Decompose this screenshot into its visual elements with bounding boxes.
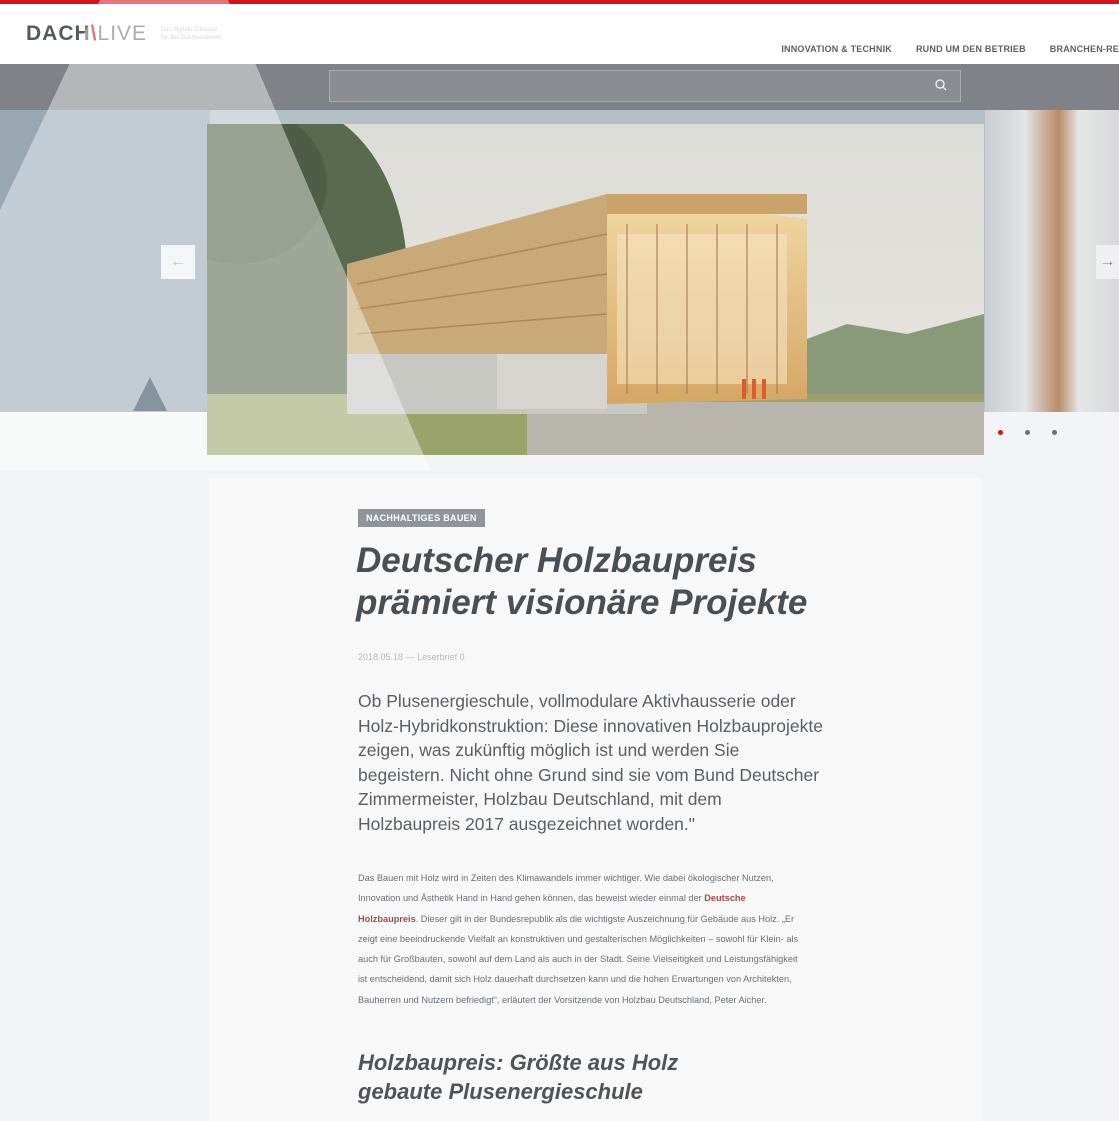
nav-item-branchen[interactable]: BRANCHEN-RE [1050, 44, 1119, 54]
article-body: Das Bauen mit Holz wird in Zeiten des Kl… [358, 873, 799, 1005]
nav-item-rund-um-den-betrieb[interactable]: RUND UM DEN BETRIEB [916, 44, 1026, 54]
site-header: DACH\LIVE Das digitale Zuhause für das D… [0, 4, 1119, 64]
arrow-left-icon: ← [170, 253, 186, 270]
carousel-dot-3[interactable] [1052, 430, 1057, 435]
article-subheading: Holzbaupreis: Größte aus Holz gebaute Pl… [358, 1050, 679, 1104]
article-lead: Ob Plusenergieschule, vollmodulare Aktiv… [358, 691, 823, 834]
carousel-dot-1[interactable] [998, 430, 1003, 435]
search-bar [0, 64, 1119, 110]
article-meta: 2018.05.18 — Leserbrief 0 [358, 652, 465, 662]
site-logo[interactable]: DACH\LIVE Das digitale Zuhause für das D… [26, 22, 221, 46]
nav-item-innovation-technik[interactable]: INNOVATION & TECHNIK [781, 44, 892, 54]
hero-slide-image[interactable] [207, 124, 984, 455]
search-input[interactable] [329, 70, 961, 102]
carousel-prev-button[interactable]: ← [161, 245, 195, 279]
category-badge[interactable]: NACHHALTIGES BAUEN [358, 509, 485, 527]
article-comments[interactable]: — Leserbrief 0 [406, 652, 465, 662]
carousel-dot-2[interactable] [1025, 430, 1030, 435]
search-icon[interactable] [934, 78, 948, 92]
carousel-pagination [998, 430, 1057, 435]
carousel-next-button[interactable]: → [1096, 245, 1119, 279]
arrow-right-icon: → [1099, 253, 1116, 270]
logo-wordmark: DACH\LIVE [26, 22, 148, 45]
main-nav: INNOVATION & TECHNIK RUND UM DEN BETRIEB… [781, 44, 1119, 54]
logo-tagline: Das digitale Zuhause für das Dachhandwer… [161, 27, 222, 41]
article-date: 2018.05.18 [358, 652, 404, 662]
building-photo [207, 124, 984, 455]
article-title: Deutscher Holzbaupreis prämiert visionär… [356, 541, 808, 622]
